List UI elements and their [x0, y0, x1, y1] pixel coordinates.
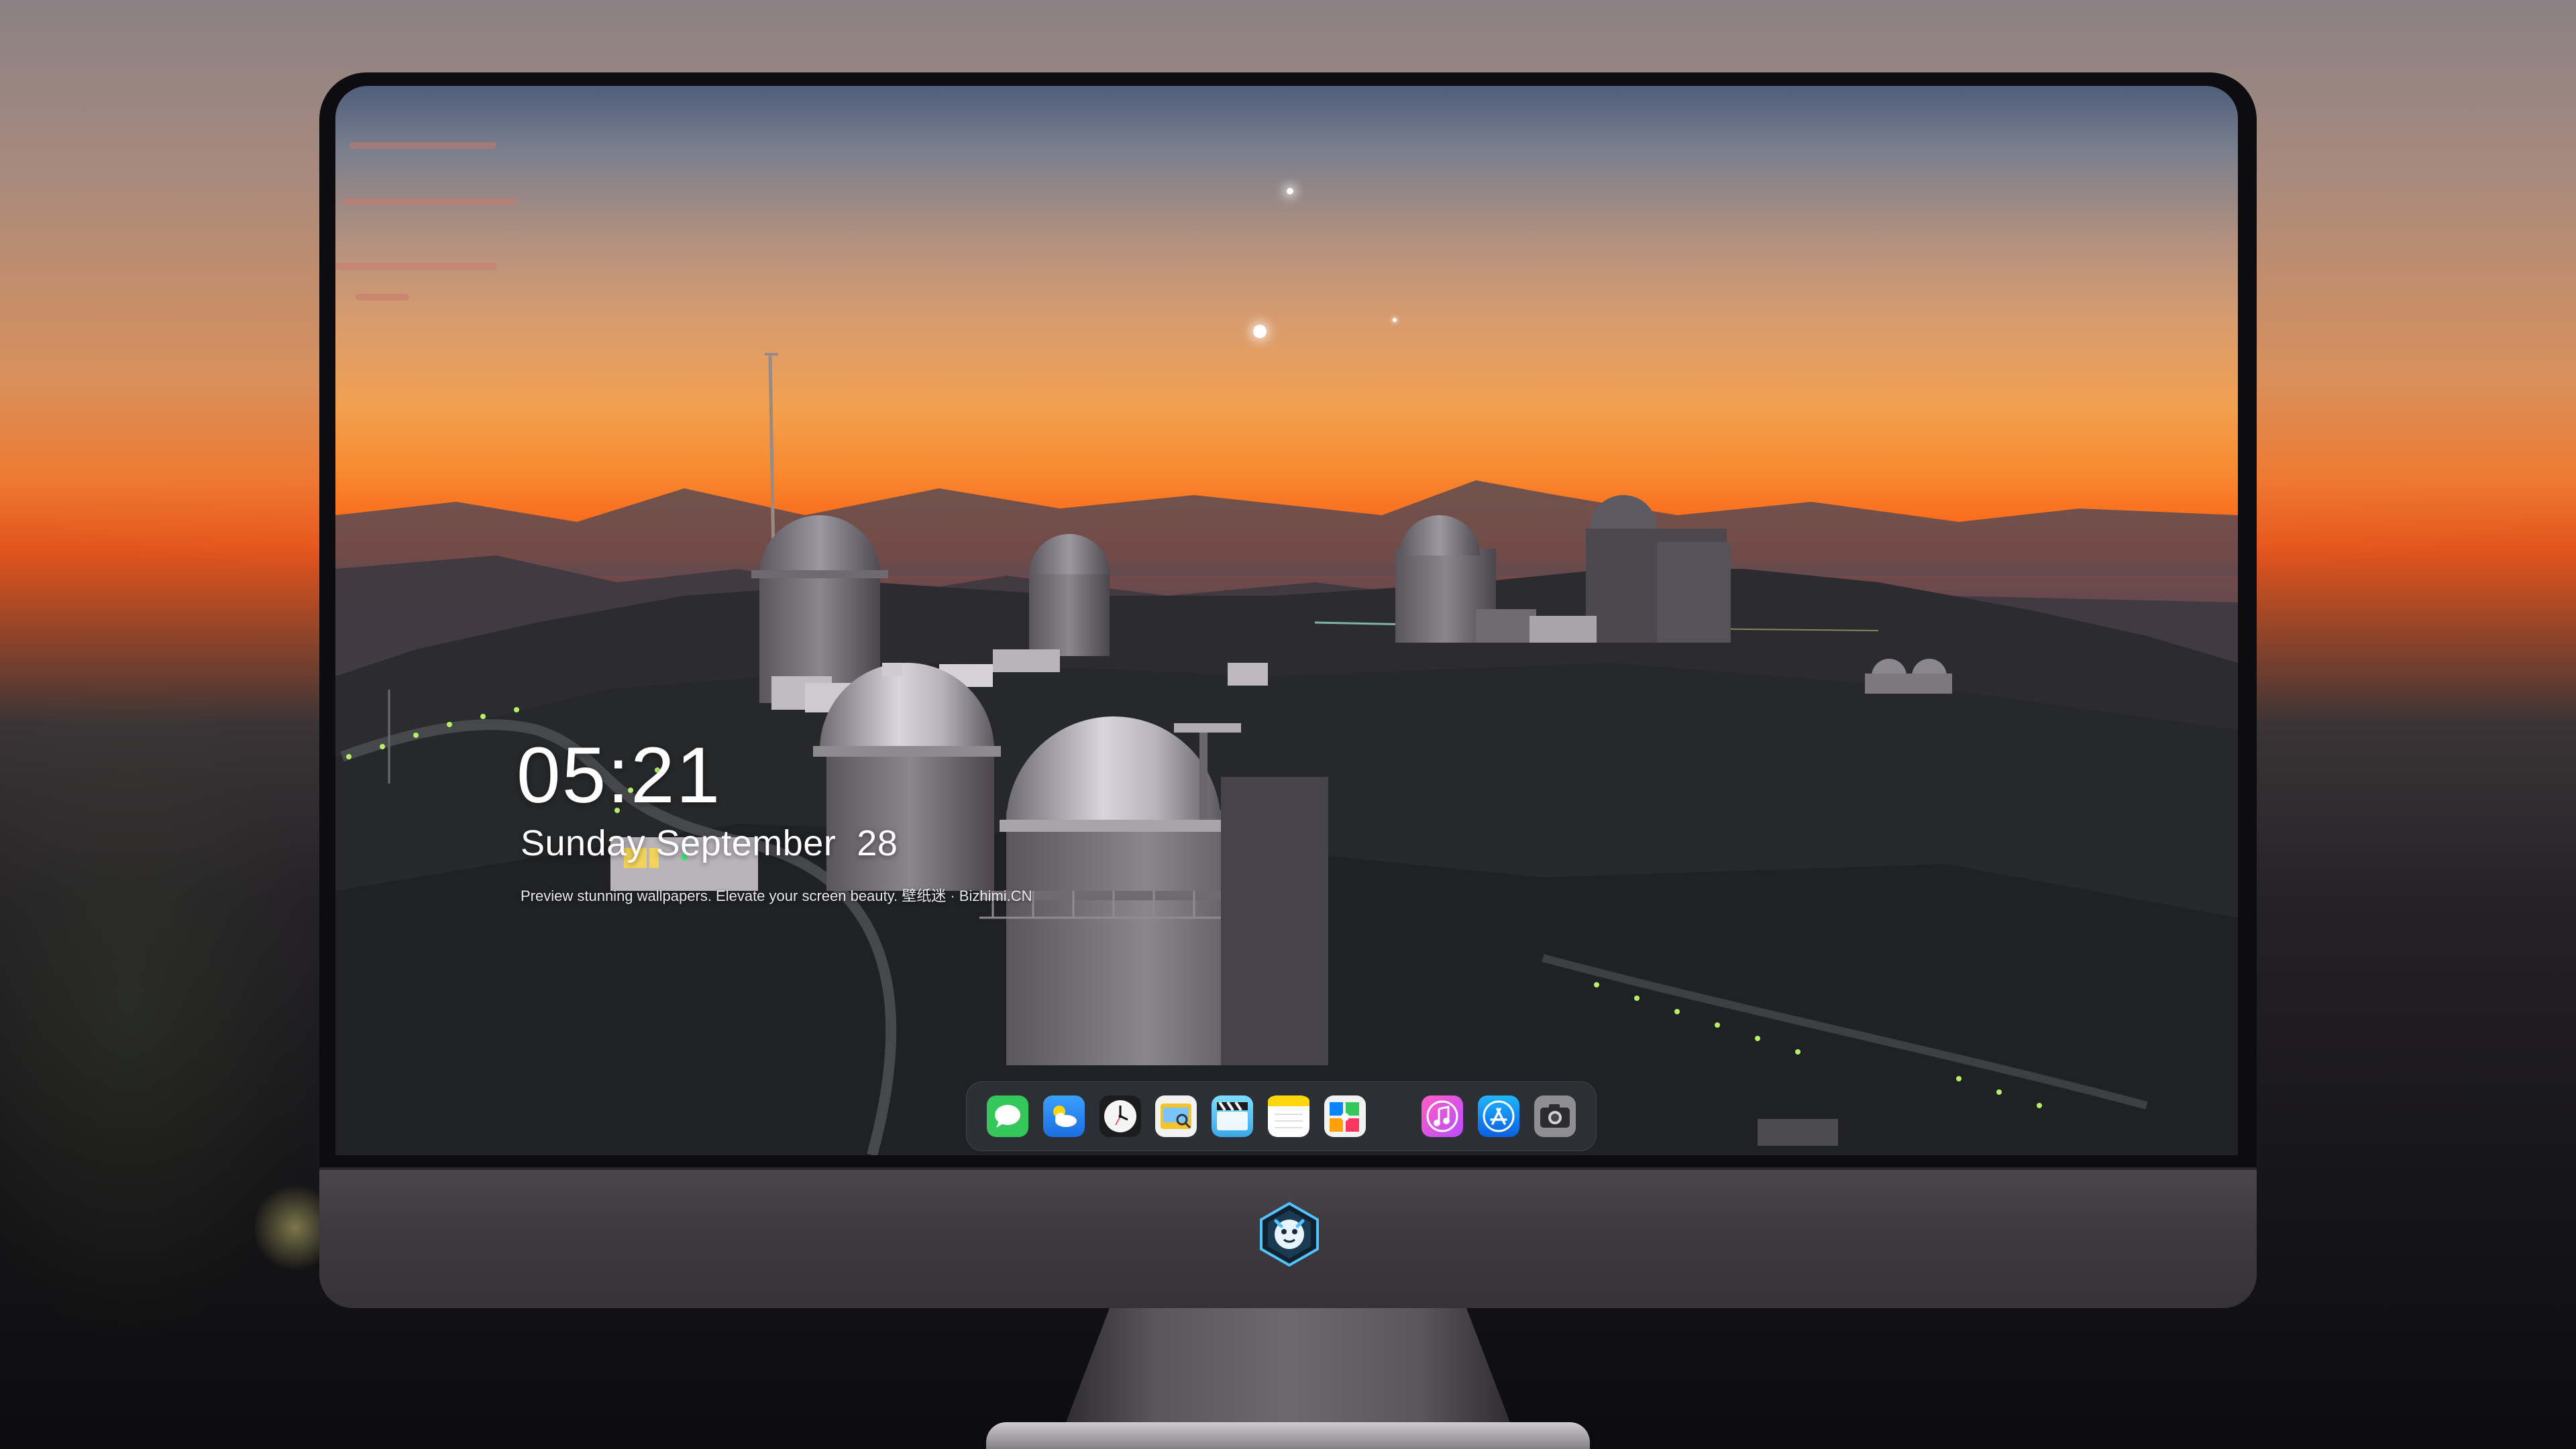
- app-dock: [966, 1081, 1597, 1151]
- dragon-mascot-logo: [1260, 1201, 1319, 1267]
- app-store-icon[interactable]: [1478, 1095, 1520, 1137]
- observatory-landscape: [335, 353, 2238, 1155]
- dock-separator: [1381, 1095, 1407, 1137]
- weather-icon[interactable]: [1042, 1095, 1085, 1137]
- lock-screen-date: Sunday September 28: [521, 823, 898, 863]
- notes-icon[interactable]: [1267, 1095, 1309, 1137]
- lock-screen-time: 05:21: [517, 731, 722, 820]
- wallpaper-tagline: Preview stunning wallpapers. Elevate you…: [521, 888, 1032, 904]
- preview-icon[interactable]: [1155, 1095, 1197, 1137]
- clips-icon[interactable]: [1212, 1095, 1254, 1137]
- messages-icon[interactable]: [987, 1095, 1028, 1137]
- desktop-screen: 05:21 Sunday September 28 Preview stunni…: [335, 86, 2238, 1155]
- camera-icon[interactable]: [1534, 1095, 1576, 1137]
- music-icon[interactable]: [1421, 1095, 1464, 1137]
- photo-booth-icon[interactable]: [1324, 1095, 1366, 1137]
- monitor-stand-base: [986, 1422, 1590, 1449]
- clock-icon[interactable]: [1099, 1095, 1141, 1137]
